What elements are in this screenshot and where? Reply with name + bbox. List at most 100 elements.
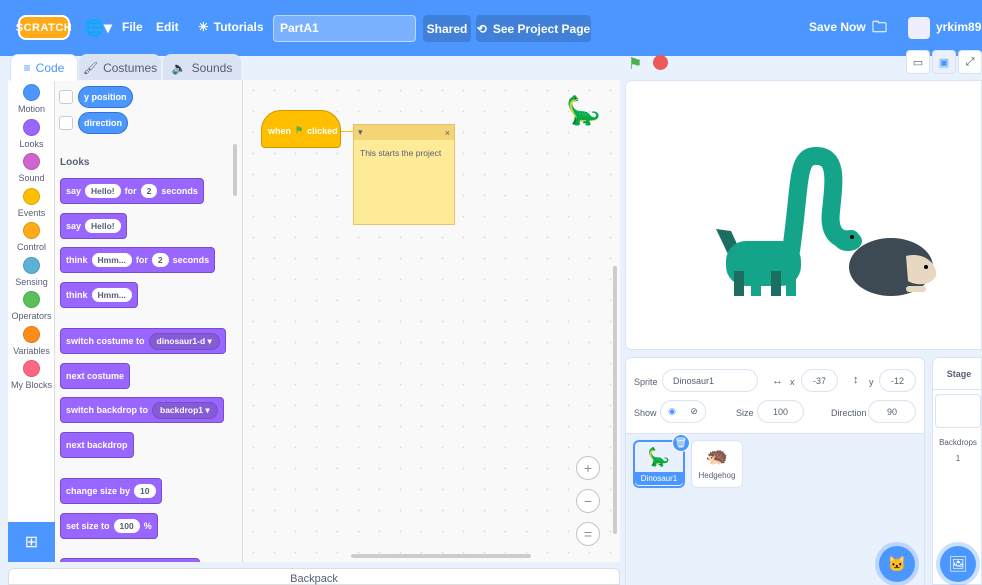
- add-backdrop-button[interactable]: 🖼: [940, 546, 976, 582]
- set-size-block[interactable]: set size to 100 %: [60, 513, 158, 539]
- partial-block[interactable]: [60, 558, 200, 562]
- think-for-secs-block[interactable]: think Hmm... for 2 seconds: [60, 247, 216, 273]
- y-input[interactable]: -12: [879, 369, 916, 392]
- username[interactable]: yrkim89: [936, 20, 981, 34]
- tutorials-menu[interactable]: ☀ Tutorials: [198, 20, 264, 34]
- collapse-icon[interactable]: ▾: [358, 127, 363, 138]
- zoom-in-button[interactable]: +: [576, 456, 600, 480]
- message-input[interactable]: Hmm...: [91, 253, 132, 267]
- project-title-input[interactable]: PartA1: [273, 15, 416, 42]
- category-motion[interactable]: Motion: [8, 84, 55, 114]
- category-control[interactable]: Control: [8, 222, 55, 252]
- script-area[interactable]: when ⚑ clicked ▾ × This starts the proje…: [243, 80, 620, 562]
- eye-icon[interactable]: ◉: [668, 406, 676, 417]
- size-input[interactable]: 10: [134, 484, 156, 498]
- direction-input[interactable]: 90: [868, 400, 916, 423]
- fullscreen-button[interactable]: ⤢: [958, 50, 982, 74]
- sprite-name-input[interactable]: Dinosaur1: [662, 369, 758, 392]
- block-text: set size to: [66, 521, 110, 531]
- stage-canvas: [716, 146, 937, 296]
- category-variables[interactable]: Variables: [8, 326, 55, 356]
- y-position-block[interactable]: y position: [78, 86, 133, 108]
- fullscreen-icon: ⤢: [965, 55, 975, 68]
- direction-block[interactable]: direction: [78, 112, 129, 134]
- size-input[interactable]: 100: [113, 519, 140, 533]
- backdrop-dropdown[interactable]: backdrop1 ▾: [152, 401, 218, 419]
- think-block[interactable]: think Hmm...: [60, 282, 138, 308]
- category-my-blocks[interactable]: My Blocks: [8, 360, 55, 390]
- page-icon: ⟲: [476, 21, 487, 36]
- dinosaur-sprite[interactable]: [716, 146, 862, 296]
- switch-backdrop-block[interactable]: switch backdrop to backdrop1 ▾: [60, 397, 224, 423]
- change-size-block[interactable]: change size by 10: [60, 478, 162, 504]
- close-icon[interactable]: ×: [445, 128, 450, 138]
- dropdown-value: dinosaur1-d: [156, 335, 206, 346]
- category-operators[interactable]: Operators: [8, 291, 55, 321]
- sprite-info: Sprite Dinosaur1 ↔ x -37 ↕ y -12 Show ◉ …: [626, 358, 924, 434]
- flag-icon: ⚑: [628, 56, 643, 73]
- message-input[interactable]: Hello!: [85, 219, 121, 233]
- category-label: Variables: [13, 346, 50, 356]
- small-stage-button[interactable]: ▭: [906, 50, 930, 74]
- save-now-button[interactable]: Save Now: [809, 20, 866, 34]
- delete-sprite-button[interactable]: 🗑: [672, 434, 690, 452]
- say-block[interactable]: say Hello!: [60, 213, 127, 239]
- block-text: next backdrop: [66, 440, 128, 450]
- direction-checkbox[interactable]: [59, 116, 73, 130]
- category-sound[interactable]: Sound: [8, 153, 55, 183]
- tab-costumes-label: Costumes: [103, 60, 158, 75]
- category-looks[interactable]: Looks: [8, 119, 55, 149]
- size-input[interactable]: 100: [757, 400, 804, 423]
- tab-code[interactable]: ≡ Code: [10, 54, 78, 81]
- next-costume-block[interactable]: next costume: [60, 363, 131, 389]
- palette-scrollbar[interactable]: [233, 144, 237, 196]
- vertical-scrollbar[interactable]: [613, 266, 617, 534]
- next-backdrop-block[interactable]: next backdrop: [60, 432, 134, 458]
- block-text: next costume: [66, 371, 125, 381]
- seconds-input[interactable]: 2: [151, 253, 169, 267]
- category-sensing[interactable]: Sensing: [8, 257, 55, 287]
- globe-icon[interactable]: 🌐▾: [84, 18, 112, 38]
- say-for-secs-block[interactable]: say Hello! for 2 seconds: [60, 178, 204, 204]
- y-position-checkbox[interactable]: [59, 90, 73, 104]
- message-input[interactable]: Hmm...: [91, 288, 132, 302]
- backdrop-thumbnail[interactable]: [935, 394, 981, 428]
- normal-stage-button[interactable]: ▣: [932, 50, 956, 74]
- see-project-page-button[interactable]: ⟲ See Project Page: [476, 15, 591, 42]
- add-sprite-button[interactable]: 🐱: [879, 546, 915, 582]
- block-text: think: [66, 255, 88, 265]
- category-events[interactable]: Events: [8, 188, 55, 218]
- cat-icon: 🐱: [887, 556, 907, 573]
- comment-text[interactable]: This starts the project: [354, 140, 454, 166]
- folder-icon[interactable]: 🗀: [872, 17, 887, 42]
- avatar[interactable]: [908, 17, 930, 39]
- when-flag-clicked-block[interactable]: when ⚑ clicked: [261, 110, 341, 148]
- zoom-out-button[interactable]: −: [576, 489, 600, 513]
- comment-note[interactable]: ▾ × This starts the project: [353, 124, 455, 225]
- x-input[interactable]: -37: [801, 369, 838, 392]
- tab-sounds[interactable]: 🔈 Sounds: [163, 54, 241, 81]
- edit-menu[interactable]: Edit: [156, 20, 179, 34]
- seconds-input[interactable]: 2: [140, 184, 158, 198]
- add-extension-button[interactable]: ⊞: [8, 522, 55, 562]
- y-arrow-icon: ↕: [853, 374, 859, 386]
- scratch-logo[interactable]: SCRATCH: [16, 15, 72, 40]
- file-menu[interactable]: File: [122, 20, 143, 34]
- visibility-toggle[interactable]: ◉ ⊘: [660, 400, 706, 423]
- hedgehog-sprite[interactable]: [849, 238, 937, 296]
- sprite-thumb-hedgehog[interactable]: 🦔 Hedgehog: [691, 440, 743, 488]
- horizontal-scrollbar[interactable]: [351, 554, 531, 558]
- costume-dropdown[interactable]: dinosaur1-d ▾: [148, 332, 220, 350]
- backpack-bar[interactable]: Backpack: [8, 568, 620, 585]
- shared-button[interactable]: Shared: [423, 15, 471, 42]
- category-dot: [23, 326, 40, 343]
- switch-costume-block[interactable]: switch costume to dinosaur1-d ▾: [60, 328, 226, 354]
- zoom-reset-button[interactable]: =: [576, 522, 600, 546]
- eye-slash-icon[interactable]: ⊘: [690, 406, 698, 417]
- stage[interactable]: [625, 80, 982, 350]
- green-flag-button[interactable]: ⚑: [628, 54, 642, 74]
- stop-button[interactable]: [653, 55, 668, 70]
- tab-costumes[interactable]: 🖌 Costumes: [79, 54, 161, 81]
- message-input[interactable]: Hello!: [85, 184, 121, 198]
- block-text: for: [135, 255, 148, 265]
